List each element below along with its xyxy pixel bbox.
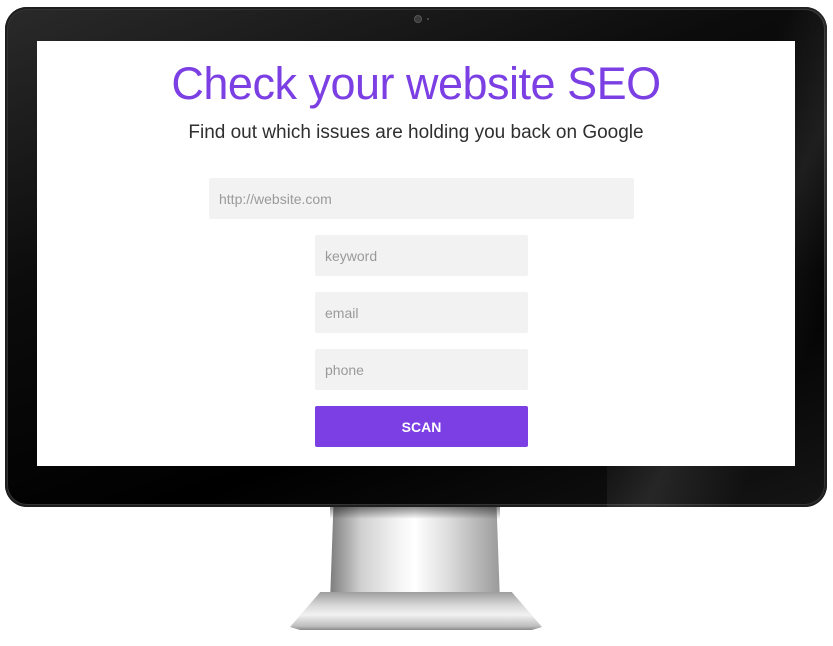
- page-subtitle: Find out which issues are holding you ba…: [188, 122, 644, 143]
- keyword-input[interactable]: [315, 235, 528, 276]
- email-input[interactable]: [315, 292, 528, 333]
- monitor-screen: Check your website SEO Find out which is…: [37, 41, 795, 466]
- scan-button[interactable]: SCAN: [315, 406, 528, 447]
- page-title: Check your website SEO: [171, 58, 661, 109]
- website-url-input[interactable]: [209, 178, 634, 219]
- phone-input[interactable]: [315, 349, 528, 390]
- monitor-stand-shadow: [330, 507, 500, 519]
- webcam-led: [427, 18, 429, 20]
- monitor-stand-neck: [330, 507, 500, 602]
- webcam-icon: [415, 16, 421, 22]
- monitor-stand-base: [290, 592, 542, 630]
